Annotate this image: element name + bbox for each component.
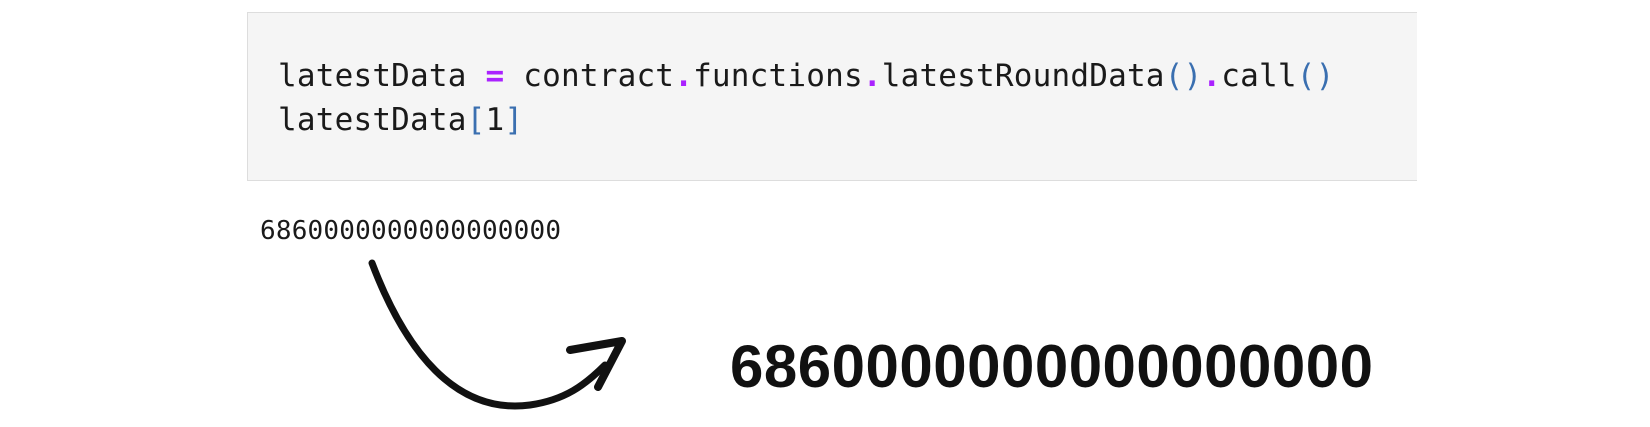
highlighted-value: 6860000000000000000 (730, 333, 1374, 400)
code-dot: . (862, 58, 882, 94)
code-bracket: [ (466, 102, 486, 138)
code-var: latestData (278, 102, 467, 138)
code-bracket: ] (504, 102, 524, 138)
code-call: call (1221, 58, 1297, 94)
code-dot: . (674, 58, 694, 94)
cell-output: 6860000000000000000 (260, 216, 562, 246)
code-var: latestData (278, 58, 467, 94)
code-editor[interactable]: latestData = contract.functions.latestRo… (278, 54, 1335, 142)
curved-arrow-icon (368, 259, 626, 410)
code-parens: () (1296, 58, 1335, 94)
code-operator: = (485, 58, 505, 94)
code-line-1: latestData = contract.functions.latestRo… (278, 58, 1335, 94)
code-method: latestRoundData (881, 58, 1165, 94)
code-line-2: latestData[1] (278, 102, 523, 138)
code-object: contract (523, 58, 675, 94)
code-parens: () (1164, 58, 1203, 94)
code-dot: . (1202, 58, 1222, 94)
code-index: 1 (485, 102, 505, 138)
code-cell[interactable]: latestData = contract.functions.latestRo… (247, 12, 1417, 181)
code-attribute: functions (693, 58, 863, 94)
